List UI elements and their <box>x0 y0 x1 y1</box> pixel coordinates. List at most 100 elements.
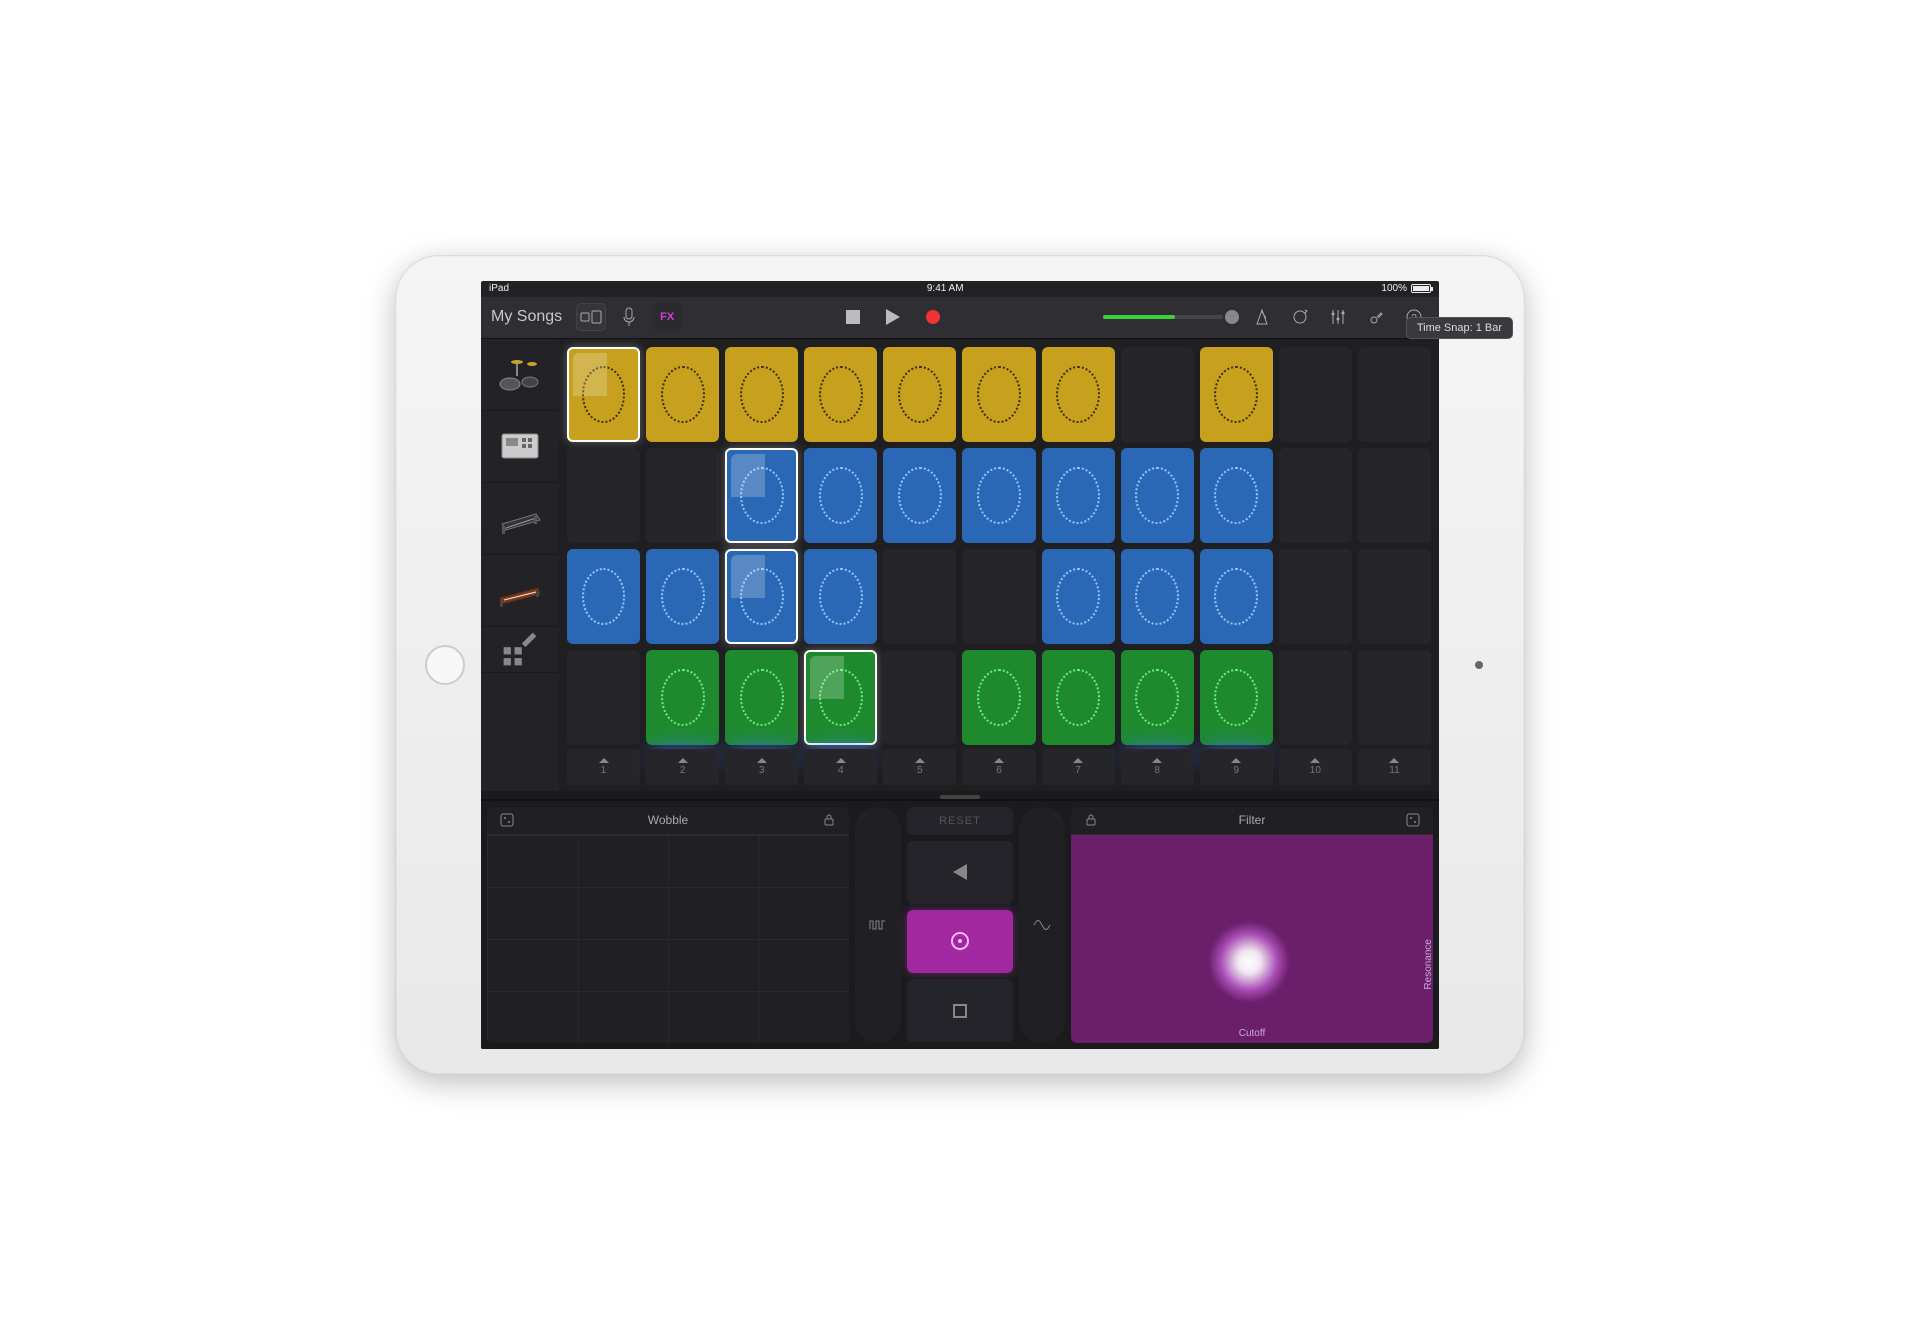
loop-cell[interactable] <box>1279 650 1352 745</box>
loop-cell[interactable] <box>1200 549 1273 644</box>
loop-cell[interactable] <box>883 448 956 543</box>
fx-reverse-button[interactable] <box>907 841 1013 904</box>
browser-toggle-button[interactable] <box>576 303 606 331</box>
loop-cell[interactable] <box>1042 347 1115 442</box>
settings-icon[interactable] <box>1361 307 1391 327</box>
battery-percent: 100% <box>1381 283 1407 294</box>
loop-cell[interactable] <box>646 650 719 745</box>
column-trigger[interactable]: 9 <box>1200 749 1273 785</box>
fx-right-lock-icon[interactable] <box>1081 810 1101 830</box>
track-header-sampler[interactable] <box>481 411 559 483</box>
loop-cell[interactable] <box>1279 549 1352 644</box>
fx-left-randomize-icon[interactable] <box>497 810 517 830</box>
wave-slider[interactable] <box>1019 807 1065 1043</box>
home-button[interactable] <box>425 645 465 685</box>
stop-button[interactable] <box>838 303 868 331</box>
loop-cell[interactable] <box>1121 347 1194 442</box>
loop-cell[interactable] <box>962 650 1035 745</box>
column-trigger[interactable]: 6 <box>962 749 1035 785</box>
column-trigger[interactable]: 3 <box>725 749 798 785</box>
record-button[interactable] <box>918 303 948 331</box>
loop-cell[interactable] <box>1042 448 1115 543</box>
fx-left-label: Wobble <box>648 813 688 827</box>
loop-cell[interactable] <box>1358 549 1431 644</box>
loop-cell[interactable] <box>804 448 877 543</box>
loop-cell[interactable] <box>1200 347 1273 442</box>
loop-cell[interactable] <box>962 347 1035 442</box>
loop-cell[interactable] <box>567 650 640 745</box>
mixer-icon[interactable] <box>1323 307 1353 327</box>
loop-cell[interactable] <box>725 448 798 543</box>
loop-cell[interactable] <box>1279 347 1352 442</box>
loop-cell[interactable] <box>646 549 719 644</box>
loop-cell[interactable] <box>646 448 719 543</box>
loop-cell[interactable] <box>962 549 1035 644</box>
column-trigger[interactable]: 5 <box>883 749 956 785</box>
loop-cell[interactable] <box>725 650 798 745</box>
column-number: 7 <box>1075 765 1081 776</box>
loop-cell[interactable] <box>1042 650 1115 745</box>
column-trigger[interactable]: 8 <box>1121 749 1194 785</box>
column-trigger[interactable]: 1 <box>567 749 640 785</box>
fx-scratch-button[interactable] <box>907 910 1013 973</box>
fx-stop-button[interactable] <box>907 979 1013 1042</box>
column-number: 10 <box>1310 765 1321 776</box>
loop-cell[interactable] <box>725 549 798 644</box>
time-snap-badge[interactable]: Time Snap: 1 Bar <box>1406 317 1439 339</box>
column-trigger[interactable]: 11 <box>1358 749 1431 785</box>
loop-cell[interactable] <box>725 347 798 442</box>
track-header-keys[interactable] <box>481 483 559 555</box>
cell-edit-button[interactable] <box>481 627 559 673</box>
track-header-drums[interactable] <box>481 339 559 411</box>
fx-button[interactable]: FX <box>652 303 682 331</box>
loop-cell[interactable] <box>567 549 640 644</box>
loop-cell[interactable] <box>883 650 956 745</box>
loop-cell[interactable] <box>646 347 719 442</box>
loop-icon[interactable] <box>1285 307 1315 327</box>
back-my-songs[interactable]: My Songs <box>491 308 562 326</box>
loop-cell[interactable] <box>1042 549 1115 644</box>
fx-left-xy-pad[interactable] <box>487 835 849 1043</box>
loop-cell[interactable] <box>567 448 640 543</box>
loop-cell[interactable] <box>962 448 1035 543</box>
loop-cell[interactable] <box>1358 347 1431 442</box>
column-number: 4 <box>838 765 844 776</box>
track-header-synth[interactable] <box>481 555 559 627</box>
loop-cell[interactable] <box>1121 549 1194 644</box>
loop-cell[interactable] <box>1121 650 1194 745</box>
mic-button[interactable] <box>614 303 644 331</box>
app-toolbar: My Songs FX <box>481 297 1439 339</box>
loop-cell[interactable] <box>883 347 956 442</box>
loop-cell[interactable] <box>804 347 877 442</box>
loop-cell[interactable] <box>1200 650 1273 745</box>
column-number: 8 <box>1154 765 1160 776</box>
loop-cell[interactable] <box>804 549 877 644</box>
fx-left-lock-icon[interactable] <box>819 810 839 830</box>
column-trigger[interactable]: 7 <box>1042 749 1115 785</box>
column-trigger[interactable]: 10 <box>1279 749 1352 785</box>
fx-center-controls: RESET <box>855 807 1065 1043</box>
app-screen: iPad 9:41 AM 100% My Songs FX <box>481 281 1439 1049</box>
ios-status-bar: iPad 9:41 AM 100% <box>481 281 1439 297</box>
loop-cell[interactable] <box>1200 448 1273 543</box>
fx-right-xy-pad[interactable]: Cutoff Resonance <box>1071 835 1433 1043</box>
column-trigger[interactable]: 4 <box>804 749 877 785</box>
metronome-icon[interactable] <box>1247 307 1277 327</box>
loop-cell[interactable] <box>883 549 956 644</box>
gater-slider[interactable] <box>855 807 901 1043</box>
loop-cell[interactable] <box>1358 650 1431 745</box>
fx-reset-button[interactable]: RESET <box>907 807 1013 835</box>
column-trigger[interactable]: 2 <box>646 749 719 785</box>
camera-dot <box>1475 661 1483 669</box>
master-volume[interactable] <box>1103 310 1239 324</box>
loop-cell[interactable] <box>804 650 877 745</box>
loop-cell[interactable] <box>1279 448 1352 543</box>
loop-cell[interactable] <box>567 347 640 442</box>
battery-indicator: 100% <box>1381 283 1431 294</box>
column-number: 2 <box>680 765 686 776</box>
fx-right-randomize-icon[interactable] <box>1403 810 1423 830</box>
loop-cell[interactable] <box>1358 448 1431 543</box>
fx-right-x-axis: Cutoff <box>1239 1028 1266 1039</box>
play-button[interactable] <box>878 303 908 331</box>
loop-cell[interactable] <box>1121 448 1194 543</box>
